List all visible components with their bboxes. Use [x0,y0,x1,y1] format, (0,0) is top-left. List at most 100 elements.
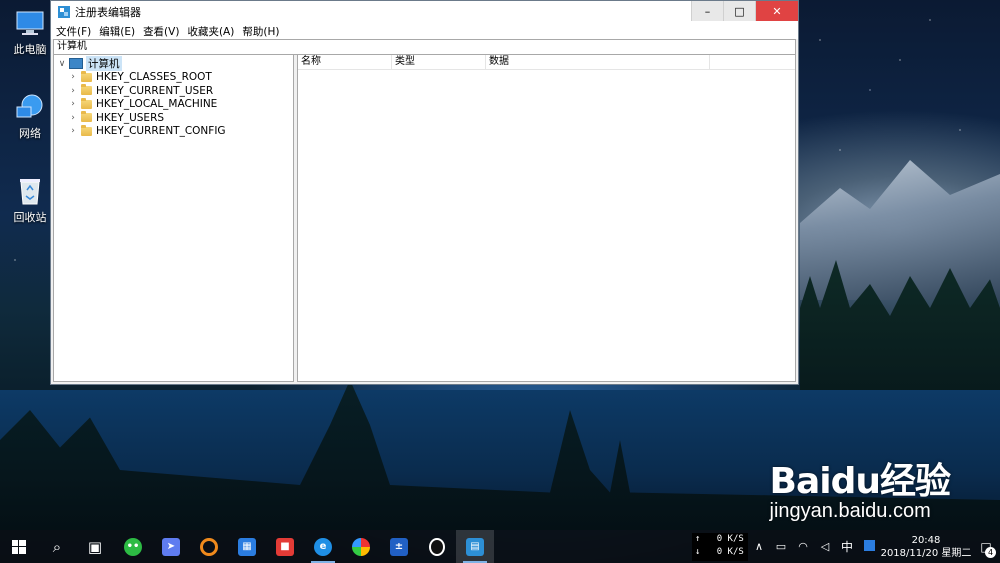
folder-icon [81,124,92,136]
net-speed-meter[interactable]: ↑ 0 K/S ↓ 0 K/S [692,532,748,561]
notification-count-badge: 4 [985,546,996,558]
menu-favorites[interactable]: 收藏夹(A) [187,24,234,39]
desktop-icon-label: 网络 [19,127,41,140]
volume-button[interactable]: ◁ [814,540,836,553]
orange-ring-icon [200,537,218,556]
baidu-watermark: Baidu经验 jingyan.baidu.com [769,452,951,523]
menu-help[interactable]: 帮助(H) [242,24,279,39]
show-hidden-icons-button[interactable]: ∧ [748,540,770,553]
chevron-up-icon: ∧ [754,540,764,553]
watermark-brand: Baidu经验 [769,461,951,502]
chevron-down-icon[interactable]: ∨ [57,59,67,69]
qq-penguin-icon [429,537,445,556]
taskbar-app-red[interactable]: ■ [266,530,304,563]
close-icon: ✕ [772,4,782,18]
window-title: 注册表编辑器 [75,6,141,19]
taskbar-app-regedit[interactable]: ▤ [456,530,494,563]
calculator-icon: ± [390,537,408,556]
windows-logo-icon [12,539,26,554]
ime-indicator[interactable]: 中 [836,538,858,555]
maximize-button[interactable]: □ [723,1,755,21]
maximize-icon: □ [734,4,745,18]
tree-item-label: HKEY_LOCAL_MACHINE [96,98,218,111]
tree-item-label: HKEY_CURRENT_USER [96,84,214,97]
tree-item-hkey-current-config[interactable]: › HKEY_CURRENT_CONFIG [54,124,293,139]
input-method-button[interactable] [858,539,880,554]
taskbar-app-feishu[interactable]: ➤ [152,530,190,563]
tree-item-hkey-classes-root[interactable]: › HKEY_CLASSES_ROOT [54,70,293,85]
network-icon [14,92,46,122]
folder-icon [81,111,92,123]
desktop-icon-label: 回收站 [13,211,47,224]
folder-icon [81,97,92,109]
wechat-icon: •• [124,537,142,556]
task-view-button[interactable]: ▣ [76,530,114,563]
browser-e-icon: e [314,537,332,556]
search-icon: ⌕ [52,537,62,556]
column-header-type[interactable]: 类型 [392,55,486,69]
chevron-right-icon[interactable]: › [68,126,78,136]
tree-root-label: 计算机 [86,56,122,72]
chevron-right-icon[interactable]: › [68,72,78,82]
taskbar-app-qq[interactable] [418,530,456,563]
recycle-bin-icon [14,176,46,206]
address-bar[interactable]: 计算机 [53,39,796,55]
computer-icon [69,58,83,70]
column-header-name[interactable]: 名称 [298,55,392,69]
chevron-right-icon[interactable]: › [68,113,78,123]
system-tray: ↑ 0 K/S ↓ 0 K/S ∧ ▭ ◠ ◁ 中 20:48 2018/11/… [692,530,1000,563]
battery-button[interactable]: ▭ [770,540,792,553]
tree-item-hkey-users[interactable]: › HKEY_USERS [54,111,293,125]
minimize-button[interactable]: – [691,1,723,21]
tree-item-label: HKEY_USERS [96,111,165,124]
task-view-icon: ▣ [87,537,103,556]
tree-root[interactable]: ∨ 计算机 [54,56,293,72]
chevron-right-icon[interactable]: › [68,86,78,96]
menu-edit[interactable]: 编辑(E) [99,24,135,39]
input-method-icon [863,539,875,551]
watermark-url: jingyan.baidu.com [769,500,931,522]
minimize-icon: – [704,4,711,18]
key-tree[interactable]: ∨ 计算机 › HKEY_CLASSES_ROOT › HKEY_CURRENT… [53,54,294,382]
menu-bar: 文件(F) 编辑(E) 查看(V) 收藏夹(A) 帮助(H) [51,23,798,39]
red-app-icon: ■ [276,537,294,556]
tree-item-label: HKEY_CLASSES_ROOT [96,71,212,84]
taskbar-app-ie[interactable]: e [304,530,342,563]
caption-buttons: – □ ✕ [691,1,798,23]
desktop-icon-label: 此电脑 [13,43,47,56]
registry-editor-icon: ▤ [466,537,484,556]
desktop-icon-network[interactable]: 网络 [6,92,54,141]
download-arrow-icon: ↓ [695,546,701,557]
desktop-icon-recycle-bin[interactable]: 回收站 [6,176,54,225]
action-center-button[interactable]: □ 4 [972,540,1000,558]
taskbar-app-calculator[interactable]: ± [380,530,418,563]
column-header-data[interactable]: 数据 [486,55,710,69]
taskbar-app-orange[interactable] [190,530,228,563]
desktop-icon-this-pc[interactable]: 此电脑 [6,8,54,57]
title-bar[interactable]: 注册表编辑器 – □ ✕ [51,1,798,23]
menu-view[interactable]: 查看(V) [143,24,179,39]
search-button[interactable]: ⌕ [38,530,76,563]
menu-file[interactable]: 文件(F) [56,24,91,39]
tree-item-hkey-local-machine[interactable]: › HKEY_LOCAL_MACHINE [54,97,293,112]
folder-icon [81,70,92,82]
store-icon: ▦ [238,537,256,556]
start-button[interactable] [0,530,38,563]
upload-arrow-icon: ↑ [695,533,701,544]
registry-editor-icon [58,6,70,18]
taskbar-app-wechat[interactable]: •• [114,530,152,563]
wifi-button[interactable]: ◠ [792,540,814,553]
clock[interactable]: 20:48 2018/11/20 星期二 [880,534,972,560]
wifi-icon: ◠ [798,540,808,553]
net-up-speed: 0 K/S [716,533,744,544]
tree-item-hkey-current-user[interactable]: › HKEY_CURRENT_USER [54,84,293,98]
close-button[interactable]: ✕ [755,1,798,21]
value-list[interactable]: 名称 类型 数据 [297,54,796,382]
taskbar-app-colorful[interactable] [342,530,380,563]
battery-icon: ▭ [775,540,787,553]
registry-editor-window: 注册表编辑器 – □ ✕ 文件(F) 编辑(E) 查看(V) 收藏夹(A) 帮助… [50,0,799,385]
taskbar-app-store[interactable]: ▦ [228,530,266,563]
net-down-speed: 0 K/S [716,546,744,557]
color-wheel-icon [352,537,370,556]
chevron-right-icon[interactable]: › [68,99,78,109]
